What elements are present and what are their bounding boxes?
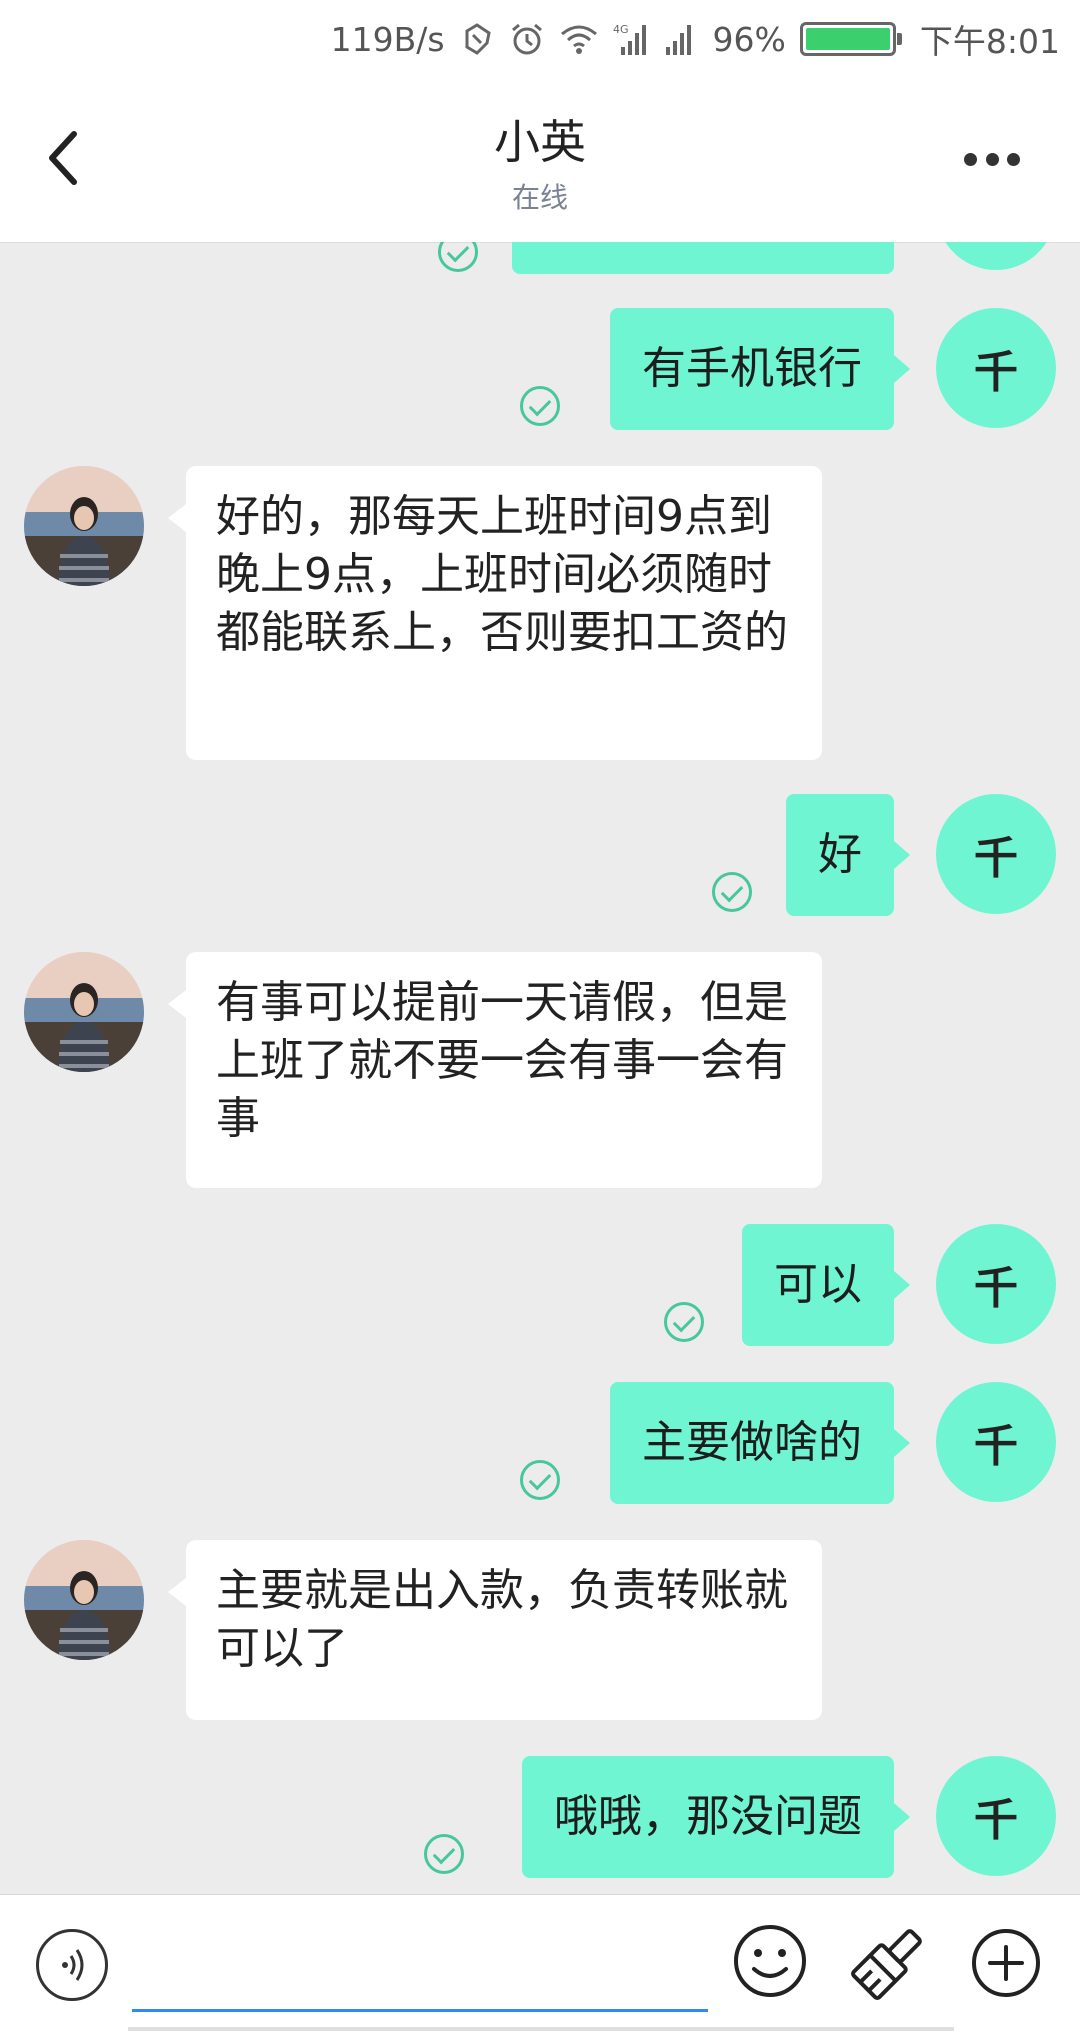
alarm-icon	[509, 21, 545, 57]
message-bubble-in[interactable]: 有事可以提前一天请假，但是上班了就不要一会有事一会有事	[168, 952, 822, 1188]
4g-signal-icon: 4G	[613, 21, 649, 57]
contact-name: 小英	[494, 115, 586, 169]
message-text: 主要做啥的	[642, 1417, 862, 1468]
message-list[interactable]: 有手机银行 千 好的，那每天上班时间9点到晚上9点，上班时间必须随时都能联系上，…	[0, 242, 1080, 1894]
net-speed: 119B/s	[330, 19, 445, 59]
input-bar	[0, 1894, 1080, 2041]
battery-icon	[799, 22, 902, 56]
read-check-icon	[520, 1460, 560, 1500]
signal-icon	[663, 21, 699, 57]
read-check-icon	[712, 872, 752, 912]
message-bubble-out[interactable]: 有手机银行	[610, 308, 910, 430]
clock: 下午8:01	[919, 22, 1060, 61]
message-bubble-out[interactable]: 可以	[742, 1224, 910, 1346]
message-text: 好的，那每天上班时间9点到晚上9点，上班时间必须随时都能联系上，否则要扣工资的	[216, 491, 788, 658]
my-avatar: 千	[936, 1224, 1056, 1344]
my-avatar	[936, 242, 1056, 270]
battery-percent: 96%	[712, 19, 786, 59]
avatar-initial: 千	[974, 833, 1018, 884]
read-check-icon	[424, 1834, 464, 1874]
message-bubble-in[interactable]: 好的，那每天上班时间9点到晚上9点，上班时间必须随时都能联系上，否则要扣工资的	[168, 466, 822, 760]
read-check-icon	[438, 242, 478, 272]
chat-header: 小英 在线	[0, 78, 1080, 243]
my-avatar: 千	[936, 1756, 1056, 1876]
add-attachment-icon[interactable]	[970, 1927, 1042, 1999]
message-bubble-out[interactable]: 好	[786, 794, 910, 916]
contact-avatar[interactable]	[24, 952, 144, 1072]
svg-text:4G: 4G	[613, 23, 629, 36]
message-text: 可以	[774, 1259, 862, 1310]
nfc-icon	[459, 21, 495, 57]
message-text: 有手机银行	[642, 343, 862, 394]
voice-input-icon[interactable]	[36, 1929, 108, 2001]
status-bar: 119B/s 4G 96% 下午8:01	[0, 0, 1080, 78]
wifi-icon	[559, 22, 599, 56]
contact-avatar[interactable]	[24, 1540, 144, 1660]
message-bubble-out[interactable]: 主要做啥的	[610, 1382, 910, 1504]
partial-message-bubble	[512, 242, 894, 274]
more-options-icon[interactable]	[964, 153, 1020, 169]
my-avatar: 千	[936, 794, 1056, 914]
message-text: 哦哦，那没问题	[554, 1791, 862, 1842]
message-bubble-in[interactable]: 主要就是出入款，负责转账就可以了	[168, 1540, 822, 1720]
avatar-initial: 千	[974, 1421, 1018, 1472]
message-input[interactable]	[132, 1925, 708, 2007]
my-avatar: 千	[936, 1382, 1056, 1502]
input-underline	[132, 2009, 708, 2012]
read-check-icon	[520, 386, 560, 426]
message-text: 主要就是出入款，负责转账就可以了	[216, 1565, 788, 1674]
emoji-icon[interactable]	[732, 1923, 808, 1999]
message-text: 有事可以提前一天请假，但是上班了就不要一会有事一会有事	[216, 977, 788, 1144]
avatar-initial: 千	[974, 1795, 1018, 1846]
message-text: 好	[818, 829, 862, 880]
contact-avatar[interactable]	[24, 466, 144, 586]
my-avatar: 千	[936, 308, 1056, 428]
avatar-initial: 千	[974, 347, 1018, 398]
online-status: 在线	[511, 181, 568, 214]
read-check-icon	[664, 1302, 704, 1342]
bottom-divider	[128, 2027, 954, 2031]
message-bubble-out[interactable]: 哦哦，那没问题	[522, 1756, 910, 1878]
brush-icon[interactable]	[850, 1921, 930, 2001]
avatar-initial: 千	[974, 1263, 1018, 1314]
